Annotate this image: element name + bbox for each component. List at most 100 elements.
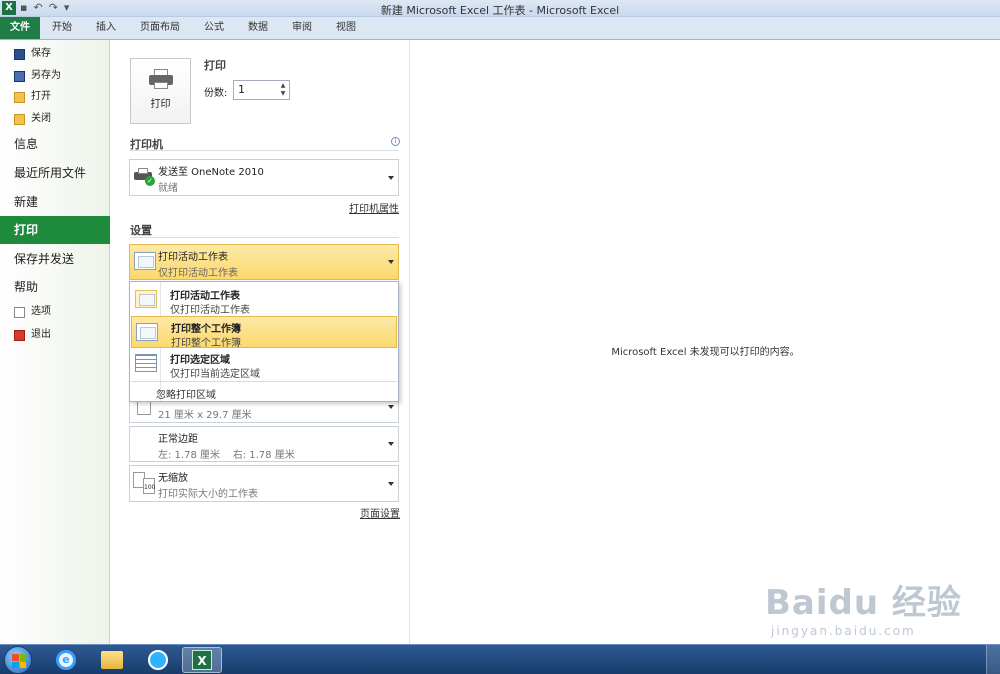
- sidebar-item-print[interactable]: 打印: [0, 216, 120, 244]
- title-bar: X ▪ ↶ ↷ ▾ 新建 Microsoft Excel 工作表 - Micro…: [0, 0, 1000, 17]
- divider: [130, 150, 399, 151]
- menu-item-title: 打印选定区域: [170, 355, 230, 366]
- sidebar-item-save-as[interactable]: 另存为: [0, 66, 110, 86]
- qq-icon: [148, 650, 168, 670]
- open-folder-icon: [14, 91, 25, 103]
- scaling-dropdown[interactable]: 100 无缩放 打印实际大小的工作表: [129, 465, 399, 502]
- watermark-brand: Baidu 经验: [765, 583, 962, 623]
- watermark-url: jingyan.baidu.com: [771, 624, 916, 638]
- chevron-down-icon: [388, 404, 394, 409]
- print-what-main: 打印活动工作表: [158, 252, 228, 263]
- taskbar-qq[interactable]: [138, 647, 178, 673]
- chevron-down-icon: [388, 442, 394, 446]
- sidebar-item-recent[interactable]: 最近所用文件: [0, 162, 110, 184]
- print-button[interactable]: 打印: [130, 58, 191, 124]
- tab-view[interactable]: 视图: [324, 17, 368, 39]
- sidebar-item-open[interactable]: 打开: [0, 87, 110, 107]
- margins-dropdown[interactable]: 正常边距 左: 1.78 厘米 右: 1.78 厘米: [129, 426, 399, 462]
- tab-page-layout[interactable]: 页面布局: [128, 17, 192, 39]
- preview-message: Microsoft Excel 未发现可以打印的内容。: [611, 347, 800, 358]
- sidebar-item-new[interactable]: 新建: [0, 191, 110, 213]
- printer-dropdown[interactable]: ✓ 发送至 OneNote 2010 就绪: [129, 159, 399, 196]
- taskbar-excel[interactable]: X: [182, 647, 222, 673]
- menu-item-title: 打印整个工作簿: [171, 324, 241, 335]
- menu-item-print-active-sheet[interactable]: 打印活动工作表 仅打印活动工作表: [131, 284, 397, 316]
- scaling-icon: 100: [133, 472, 157, 494]
- sidebar-item-label: 打开: [31, 91, 51, 102]
- taskbar-explorer[interactable]: [92, 647, 132, 673]
- taskbar: e X: [0, 644, 1000, 674]
- print-what-sub: 仅打印活动工作表: [158, 268, 238, 279]
- info-icon[interactable]: i: [391, 137, 400, 146]
- copies-stepper[interactable]: 1 ▲ ▼: [233, 80, 290, 100]
- save-as-icon: [14, 70, 25, 82]
- printer-ready-icon: ✓: [134, 167, 155, 186]
- sidebar-item-exit[interactable]: 退出: [0, 325, 110, 345]
- menu-item-print-selection[interactable]: 打印选定区域 仅打印当前选定区域: [131, 348, 397, 380]
- menu-item-title: 打印活动工作表: [170, 291, 240, 302]
- printer-name: 发送至 OneNote 2010: [158, 167, 264, 178]
- start-button[interactable]: [4, 646, 32, 674]
- sidebar-item-options[interactable]: 选项: [0, 302, 110, 322]
- divider: [130, 237, 399, 238]
- tab-formulas[interactable]: 公式: [192, 17, 236, 39]
- exit-icon: [14, 329, 25, 341]
- print-what-dropdown[interactable]: 打印活动工作表 仅打印活动工作表: [129, 244, 399, 280]
- tab-review[interactable]: 审阅: [280, 17, 324, 39]
- printer-status: 就绪: [158, 183, 178, 194]
- menu-item-sub: 打印整个工作簿: [171, 338, 241, 349]
- sidebar-item-label: 退出: [31, 329, 51, 340]
- sidebar-item-label: 关闭: [31, 113, 51, 124]
- scaling-sub: 打印实际大小的工作表: [158, 489, 258, 500]
- printer-icon: [148, 69, 173, 89]
- sidebar-item-save[interactable]: 保存: [0, 44, 110, 64]
- close-folder-icon: [14, 113, 25, 125]
- ribbon-tabs: 文件 开始 插入 页面布局 公式 数据 审阅 视图: [0, 17, 1000, 40]
- sidebar-item-save-send[interactable]: 保存并发送: [0, 248, 110, 270]
- menu-item-print-workbook[interactable]: 打印整个工作簿 打印整个工作簿: [131, 316, 397, 349]
- chevron-down-icon: [388, 175, 394, 180]
- copies-label: 份数:: [204, 88, 228, 99]
- menu-item-ignore-print-area[interactable]: 忽略打印区域: [156, 386, 216, 401]
- menu-item-sub: 仅打印当前选定区域: [170, 369, 260, 380]
- windows-logo-icon: [12, 654, 26, 668]
- window-title: 新建 Microsoft Excel 工作表 - Microsoft Excel: [380, 4, 620, 17]
- baidu-watermark: Baidu 经验 jingyan.baidu.com: [765, 575, 975, 645]
- print-button-label: 打印: [150, 99, 171, 110]
- tab-file[interactable]: 文件: [0, 17, 40, 39]
- chevron-down-icon: [388, 260, 394, 264]
- print-what-menu: 打印活动工作表 仅打印活动工作表 打印整个工作簿 打印整个工作簿 打印选定区域 …: [129, 281, 399, 402]
- ie-icon: e: [56, 650, 76, 670]
- paper-size-sub: 21 厘米 x 29.7 厘米: [158, 410, 252, 421]
- margins-sub: 左: 1.78 厘米 右: 1.78 厘米: [158, 450, 295, 461]
- show-desktop-button[interactable]: [986, 645, 1000, 674]
- tab-insert[interactable]: 插入: [84, 17, 128, 39]
- workbook-icon: [136, 323, 158, 341]
- active-sheet-icon: [134, 252, 156, 270]
- backstage-sidebar: 保存 另存为 打开 关闭 信息 最近所用文件 新建 打印 保存并发送 帮助 选项…: [0, 40, 120, 644]
- sidebar-item-close[interactable]: 关闭: [0, 109, 110, 129]
- options-icon: [14, 306, 25, 318]
- excel-icon: X: [192, 650, 212, 670]
- margins-main: 正常边距: [158, 434, 198, 445]
- tab-home[interactable]: 开始: [40, 17, 84, 39]
- menu-item-sub: 仅打印活动工作表: [170, 305, 250, 316]
- taskbar-ie[interactable]: e: [46, 647, 86, 673]
- copies-value: 1: [238, 83, 245, 96]
- save-icon: [14, 48, 25, 60]
- scaling-main: 无缩放: [158, 473, 188, 484]
- print-heading: 打印: [204, 59, 226, 72]
- sidebar-item-label: 保存: [31, 48, 51, 59]
- sidebar-item-help[interactable]: 帮助: [0, 276, 110, 298]
- sidebar-item-label: 另存为: [31, 70, 61, 81]
- printer-properties-link[interactable]: 打印机属性: [349, 200, 399, 215]
- tab-data[interactable]: 数据: [236, 17, 280, 39]
- folder-icon: [101, 651, 123, 669]
- sidebar-item-info[interactable]: 信息: [0, 133, 110, 155]
- page-setup-link[interactable]: 页面设置: [360, 505, 400, 520]
- sidebar-item-label: 选项: [31, 306, 51, 317]
- spin-arrows-icon[interactable]: ▲ ▼: [278, 82, 288, 98]
- active-sheet-icon: [135, 290, 157, 308]
- print-preview-area: Microsoft Excel 未发现可以打印的内容。: [411, 40, 1000, 644]
- selection-grid-icon: [135, 354, 157, 372]
